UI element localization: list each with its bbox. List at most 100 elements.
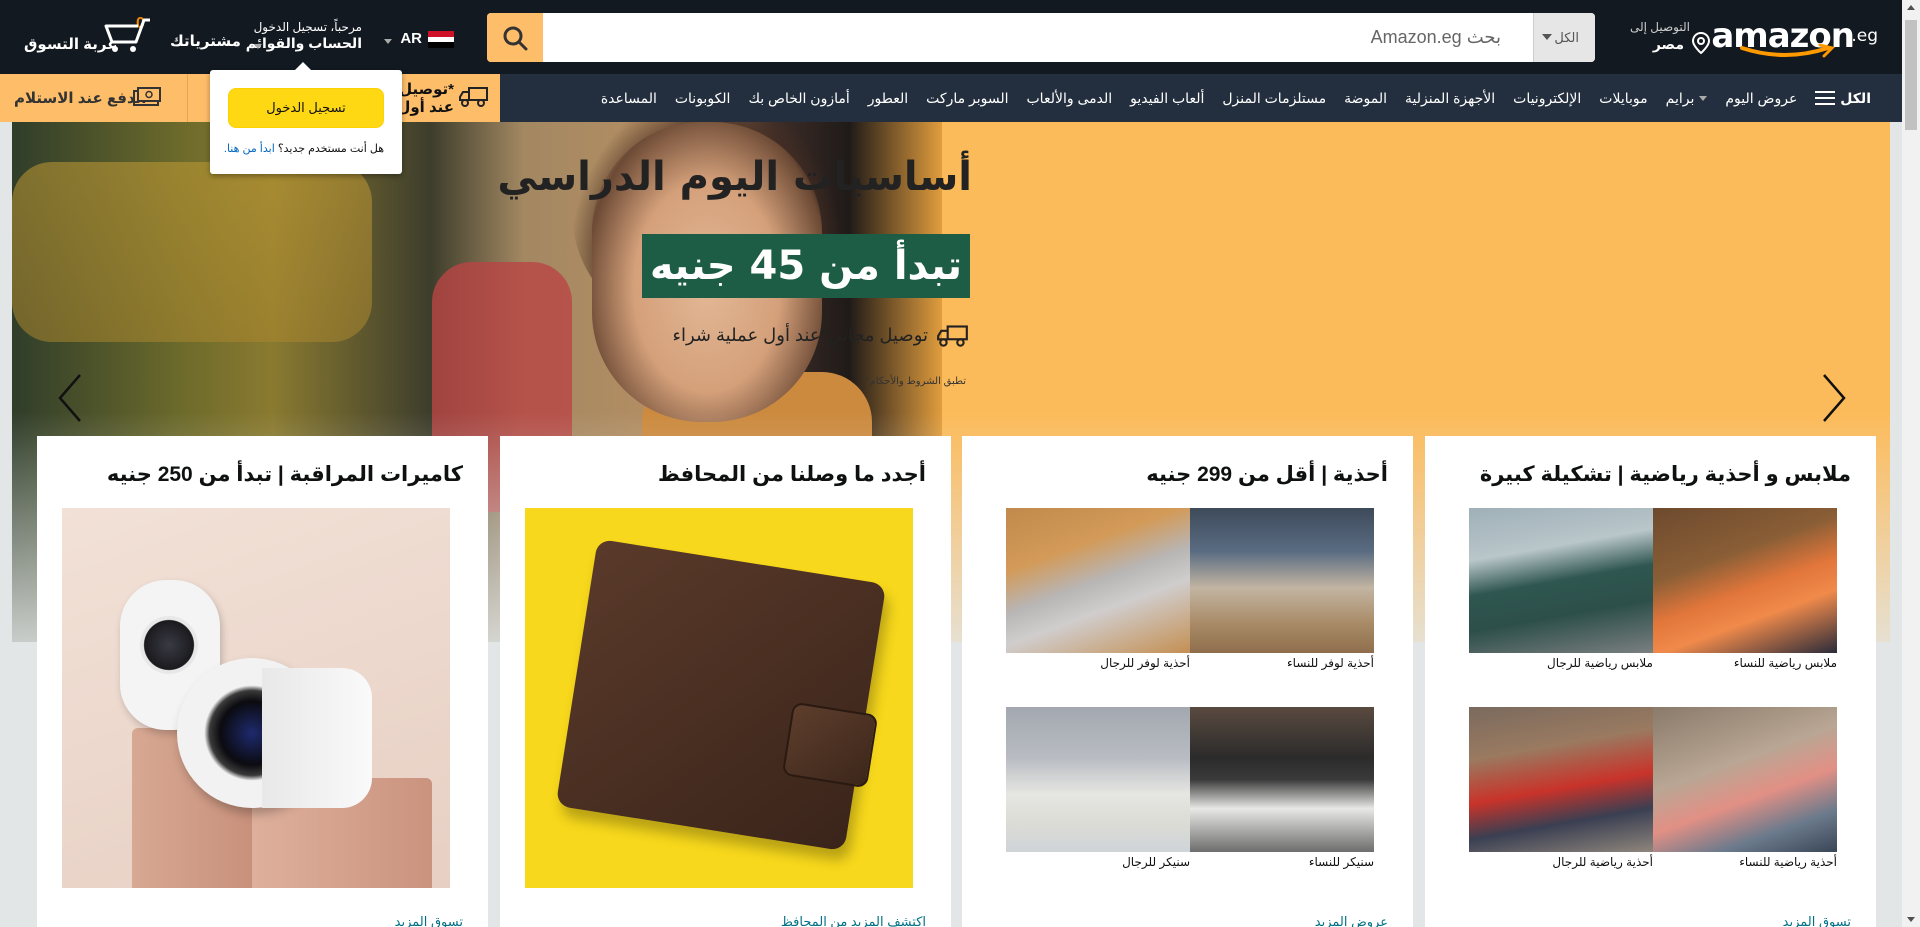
hero-image-bus <box>12 162 372 342</box>
page: amazon .eg التوصيل إلى مصر الكل AR <box>0 0 1920 927</box>
grid-item[interactable]: أحذية لوفر للنساء <box>1190 508 1374 670</box>
product-card: أجدد ما وصلنا من المحافظ اكتشف المزيد من… <box>500 436 951 927</box>
nav-link-prime[interactable]: برايم <box>1657 90 1717 107</box>
nav-link-perfumes[interactable]: العطور <box>859 90 917 107</box>
scrollbar-thumb[interactable] <box>1905 20 1917 130</box>
amazon-logo[interactable]: amazon .eg <box>1711 14 1878 60</box>
nav-link-mobiles[interactable]: موبايلات <box>1590 90 1656 107</box>
card-see-more-link[interactable]: عروض المزيد <box>1315 914 1388 927</box>
deliver-to[interactable]: التوصيل إلى مصر <box>1610 16 1710 58</box>
grid-item-caption: ملابس رياضية للنساء <box>1733 656 1837 670</box>
carousel-prev-button[interactable] <box>50 368 90 428</box>
bullet-camera-body <box>262 668 372 808</box>
product-card: ملابس و أحذية رياضية | تشكيلة كبيرة ملاب… <box>1425 436 1876 927</box>
product-image <box>1190 508 1374 653</box>
signin-button[interactable]: تسجيل الدخول <box>228 88 384 128</box>
grid-item-caption: ملابس رياضية للرجال <box>1547 656 1653 670</box>
nav-link-fashion[interactable]: الموضة <box>1335 90 1396 107</box>
nav-link-home-appliances[interactable]: الأجهزة المنزلية <box>1396 90 1504 107</box>
account-label: الحساب والقوائم <box>245 35 362 51</box>
all-label: الكل <box>1840 89 1871 106</box>
card-title[interactable]: أحذية | أقل من 299 جنيه <box>1146 462 1388 487</box>
egypt-flag-icon <box>428 31 454 48</box>
card-see-more-link[interactable]: تسوق المزيد <box>395 914 463 927</box>
wallet-clasp <box>781 701 879 789</box>
product-image <box>1653 508 1837 653</box>
card-title[interactable]: كاميرات المراقبة | تبدأ من 250 جنيه <box>107 462 463 487</box>
product-image <box>1469 707 1653 852</box>
logo-suffix: .eg <box>1851 26 1878 46</box>
nav-link-todays-deals[interactable]: عروض اليوم <box>1716 90 1806 107</box>
grid-item[interactable]: سنيكر للرجال <box>1006 707 1190 869</box>
search-category-select[interactable]: الكل <box>1533 13 1595 62</box>
chevron-down-icon <box>254 44 262 49</box>
grid-item[interactable]: سنيكر للنساء <box>1190 707 1374 869</box>
page-scrollbar[interactable] <box>1902 0 1920 927</box>
language-selector[interactable]: AR <box>384 28 454 52</box>
grid-item[interactable]: أحذية رياضية للرجال <box>1469 707 1653 869</box>
nav-link-your-amazon[interactable]: أمازون الخاص بك <box>739 90 858 107</box>
grid-item-caption: سنيكر للرجال <box>1122 855 1190 869</box>
scroll-up-icon[interactable] <box>1907 5 1915 10</box>
nav-link-coupons[interactable]: الكوبونات <box>666 90 740 107</box>
account-greeting: مرحباً، تسجيل الدخول <box>253 20 362 34</box>
product-image[interactable] <box>62 508 450 888</box>
nav-link-home[interactable]: مستلزمات المنزل <box>1213 90 1335 107</box>
card-see-more-link[interactable]: اكتشف المزيد من المحافظ <box>781 914 926 927</box>
dome-camera-lens <box>140 616 198 674</box>
grid-item[interactable]: أحذية لوفر للرجال <box>1006 508 1190 670</box>
product-image <box>1190 707 1374 852</box>
hero-shipping: توصيل مجاني*عند أول عملية شراء <box>673 322 970 348</box>
card-see-more-link[interactable]: تسوق المزيد <box>1783 914 1851 927</box>
new-customer-label: هل أنت مستخدم جديد؟ <box>277 143 384 155</box>
product-image <box>1006 508 1190 653</box>
category-links: الكل عروض اليوم برايم موبايلات الإلكترون… <box>592 74 1880 122</box>
nav-link-help[interactable]: المساعدة <box>592 90 666 107</box>
nav-link-label: برايم <box>1665 89 1695 106</box>
logo-smile-icon <box>1740 44 1835 58</box>
product-image[interactable] <box>525 508 913 888</box>
search-input[interactable] <box>543 13 1515 62</box>
nav-link-supermarket[interactable]: السوبر ماركت <box>917 90 1017 107</box>
cash-on-delivery-promo[interactable]: الدفع عند الاستلام <box>0 74 188 122</box>
deliver-country: مصر <box>1652 36 1684 52</box>
signin-flyout: تسجيل الدخول هل أنت مستخدم جديد؟ ابدأ من… <box>210 62 402 174</box>
new-customer-text: هل أنت مستخدم جديد؟ ابدأ من هنا. <box>224 142 384 155</box>
grid-item-caption: أحذية رياضية للرجال <box>1552 855 1653 869</box>
cart-button[interactable]: عربة التسوق 0 <box>22 14 152 58</box>
promo-line2: عند أول <box>397 99 454 116</box>
card-title[interactable]: ملابس و أحذية رياضية | تشكيلة كبيرة <box>1480 462 1851 487</box>
search-bar: الكل <box>487 13 1595 62</box>
search-category-label: الكل <box>1554 30 1579 45</box>
top-navbar: amazon .eg التوصيل إلى مصر الكل AR <box>0 0 1902 74</box>
grid-item[interactable]: ملابس رياضية للرجال <box>1469 508 1653 670</box>
grid-item-caption: أحذية لوفر للنساء <box>1287 656 1374 670</box>
card-title[interactable]: أجدد ما وصلنا من المحافظ <box>658 462 926 487</box>
nav-link-video-games[interactable]: ألعاب الفيديو <box>1121 90 1213 107</box>
chevron-left-icon <box>58 374 81 422</box>
nav-link-toys[interactable]: الدمى والألعاب <box>1018 90 1122 107</box>
scroll-down-icon[interactable] <box>1907 917 1915 922</box>
grid-item-caption: سنيكر للنساء <box>1308 855 1374 869</box>
cod-label: الدفع عند الاستلام <box>14 90 147 107</box>
product-image <box>1653 707 1837 852</box>
language-code: AR <box>400 30 422 47</box>
orders-link[interactable]: مشترياتك <box>170 32 241 50</box>
all-menu-button[interactable]: الكل <box>1806 90 1880 107</box>
product-image <box>1006 707 1190 852</box>
search-button[interactable] <box>487 13 543 62</box>
hero-terms: *تطبق الشروط والأحكام <box>865 376 966 387</box>
account-and-lists[interactable]: مرحباً، تسجيل الدخول الحساب والقوائم <box>246 18 362 56</box>
grid-item[interactable]: ملابس رياضية للنساء <box>1653 508 1837 670</box>
product-image <box>1469 508 1653 653</box>
hero-price-badge: تبدأ من 45 جنيه <box>641 234 970 298</box>
start-here-link[interactable]: ابدأ من هنا. <box>224 143 275 155</box>
hero-title: أساسيات اليوم الدراسي <box>497 154 972 200</box>
nav-link-electronics[interactable]: الإلكترونيات <box>1504 90 1590 107</box>
hero-shipping-text: توصيل مجاني*عند أول عملية شراء <box>672 324 928 345</box>
product-card: أحذية | أقل من 299 جنيه أحذية لوفر للنسا… <box>962 436 1413 927</box>
grid-item[interactable]: أحذية رياضية للنساء <box>1653 707 1837 869</box>
chevron-down-icon <box>1542 34 1552 40</box>
carousel-next-button[interactable] <box>1814 368 1854 428</box>
truck-icon <box>459 87 488 107</box>
